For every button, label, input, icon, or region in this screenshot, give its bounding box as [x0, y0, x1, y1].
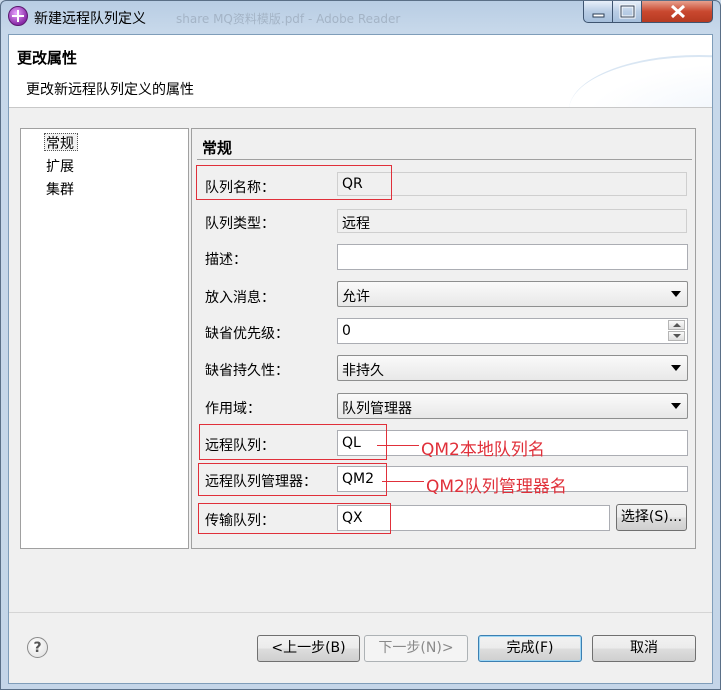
- default-persistence-value: 非持久: [342, 363, 384, 379]
- put-messages-label: 放入消息：: [205, 290, 275, 306]
- panel-divider: [197, 159, 692, 160]
- queue-type-field: 远程: [337, 209, 687, 233]
- minimize-icon: [592, 13, 605, 18]
- footer-separator: [9, 612, 712, 613]
- default-priority-spinner[interactable]: 0: [337, 318, 688, 344]
- annotation-remote-qmgr: QM2队列管理器名: [426, 477, 567, 497]
- default-persistence-label: 缺省持久性：: [205, 363, 289, 379]
- highlight-xmit-queue: [198, 503, 391, 534]
- spin-up-icon[interactable]: [668, 320, 685, 330]
- nav-item-general[interactable]: 常规: [46, 133, 74, 153]
- maximize-icon: [619, 4, 636, 19]
- annotation-line-remote-queue: [377, 445, 419, 446]
- scope-label: 作用域：: [205, 401, 261, 417]
- chevron-down-icon: [671, 365, 681, 371]
- highlight-remote-queue: [199, 424, 387, 460]
- annotation-line-remote-qmgr: [382, 481, 424, 482]
- description-label: 描述：: [205, 252, 247, 268]
- put-messages-value: 允许: [342, 289, 370, 305]
- background-window-title: share MQ资料模版.pdf - Adobe Reader: [176, 12, 401, 26]
- finish-button[interactable]: 完成(F): [478, 635, 582, 662]
- description-input[interactable]: [337, 244, 688, 270]
- scope-value: 队列管理器: [342, 401, 412, 417]
- app-icon: [8, 6, 28, 26]
- scope-select[interactable]: 队列管理器: [337, 393, 688, 419]
- cancel-button[interactable]: 取消: [592, 635, 696, 662]
- chevron-down-icon: [671, 403, 681, 409]
- header-decoration: [569, 55, 712, 107]
- back-button[interactable]: <上一步(B): [257, 635, 360, 662]
- next-button[interactable]: 下一步(N)>: [364, 635, 468, 662]
- close-button[interactable]: [641, 1, 713, 23]
- annotation-remote-queue: QM2本地队列名: [421, 440, 545, 460]
- chevron-down-icon: [671, 291, 681, 297]
- select-button[interactable]: 选择(S)...: [616, 504, 687, 531]
- page-title: 更改属性: [17, 49, 78, 67]
- highlight-remote-qmgr: [198, 463, 387, 496]
- highlight-queue-name: [196, 165, 392, 200]
- close-icon: [670, 4, 686, 19]
- page-subtitle: 更改新远程队列定义的属性: [26, 82, 194, 98]
- queue-type-value: 远程: [342, 216, 370, 232]
- maximize-button[interactable]: [612, 1, 642, 23]
- help-icon[interactable]: ?: [27, 637, 48, 658]
- nav-item-cluster[interactable]: 集群: [46, 179, 74, 199]
- nav-item-extended[interactable]: 扩展: [46, 156, 74, 176]
- default-priority-label: 缺省优先级：: [205, 326, 289, 342]
- put-messages-select[interactable]: 允许: [337, 281, 688, 307]
- default-persistence-select[interactable]: 非持久: [337, 355, 688, 381]
- priority-stepper[interactable]: [668, 320, 686, 342]
- default-priority-value: 0: [342, 323, 351, 339]
- queue-type-label: 队列类型：: [205, 216, 275, 232]
- window-title: 新建远程队列定义: [34, 11, 146, 27]
- panel-title: 常规: [202, 139, 233, 157]
- minimize-button[interactable]: [583, 1, 613, 23]
- spin-down-icon[interactable]: [668, 331, 685, 341]
